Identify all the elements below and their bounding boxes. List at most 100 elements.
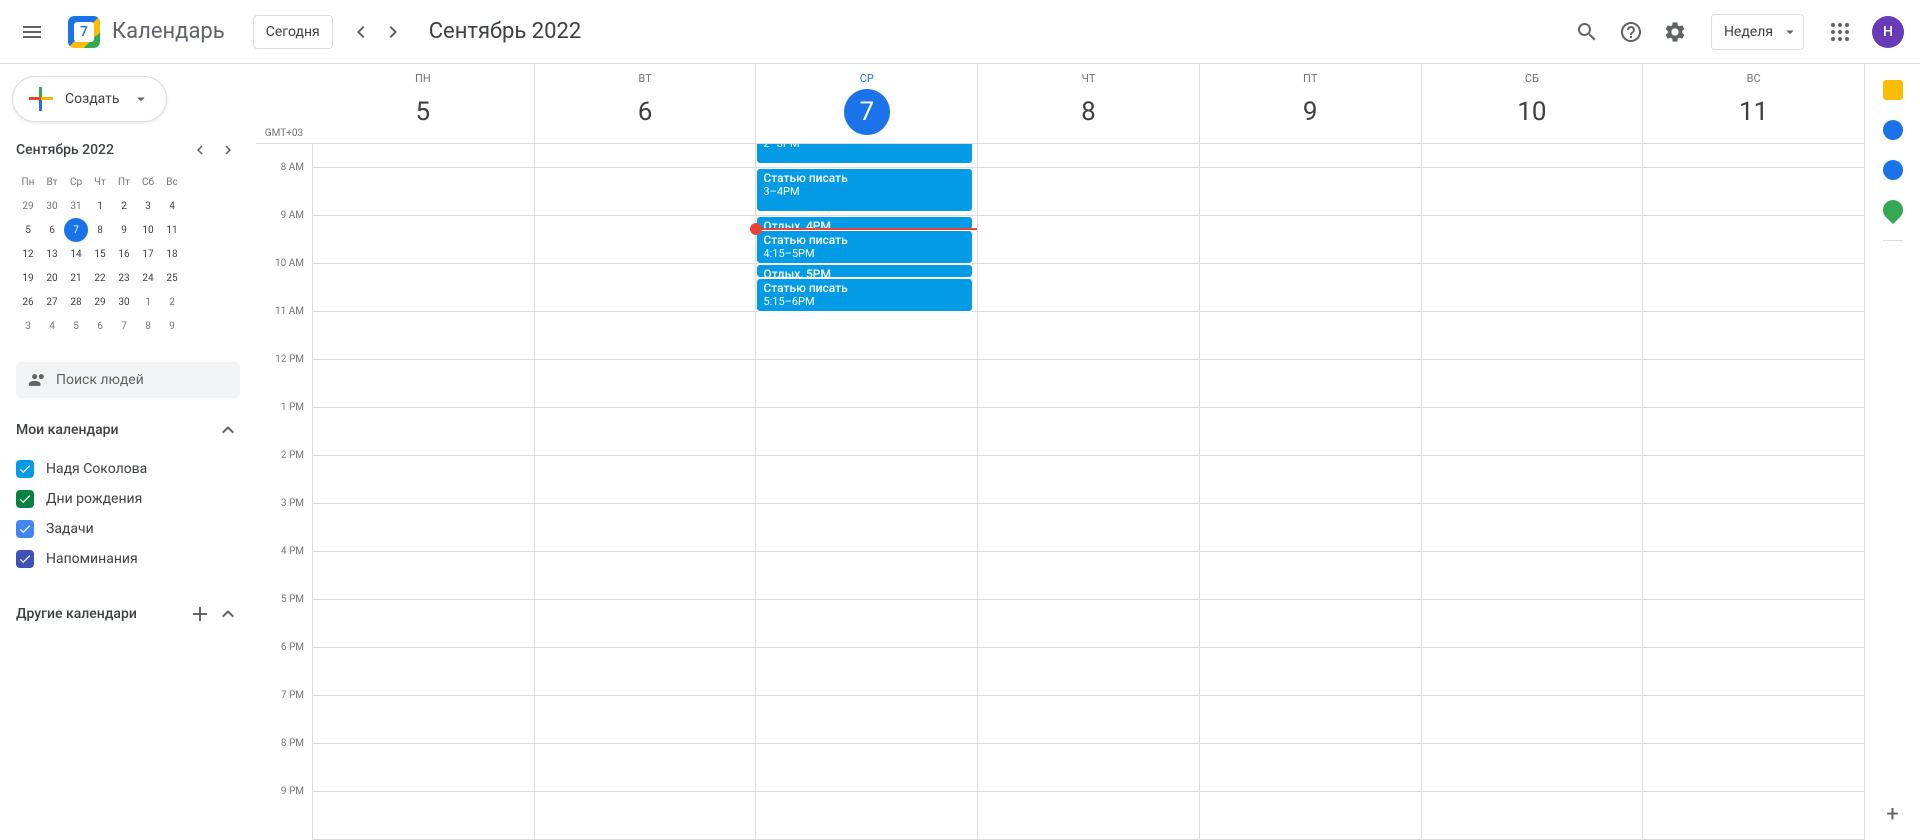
day-column[interactable] (1642, 144, 1864, 840)
mini-day[interactable]: 30 (112, 290, 136, 314)
mini-day[interactable]: 28 (64, 290, 88, 314)
event-title: Статью писать (763, 281, 966, 295)
mini-day[interactable]: 8 (136, 314, 160, 338)
mini-day[interactable]: 11 (160, 218, 184, 242)
get-addons-button[interactable]: + (1883, 804, 1903, 824)
plus-multicolor-icon (29, 87, 53, 111)
mini-day[interactable]: 9 (112, 218, 136, 242)
day-column[interactable]: Статью писать, 10:30AMФайл сделать11AM–1… (755, 144, 977, 840)
day-column[interactable] (534, 144, 756, 840)
calendar-checkbox[interactable] (16, 460, 34, 478)
help-button[interactable] (1611, 12, 1651, 52)
view-selector[interactable]: Неделя (1711, 14, 1804, 50)
add-icon[interactable] (188, 602, 212, 626)
day-number[interactable]: 9 (1287, 89, 1333, 135)
mini-day[interactable]: 5 (64, 314, 88, 338)
account-avatar[interactable]: Н (1872, 16, 1904, 48)
header: 7 Календарь Сегодня Сентябрь 2022 Неделя… (0, 0, 1920, 64)
time-slot: 7 PM (256, 696, 312, 744)
mini-day[interactable]: 24 (136, 266, 160, 290)
mini-day[interactable]: 14 (64, 242, 88, 266)
mini-day[interactable]: 6 (40, 218, 64, 242)
mini-day[interactable]: 8 (88, 218, 112, 242)
mini-day[interactable]: 25 (160, 266, 184, 290)
mini-day[interactable]: 10 (136, 218, 160, 242)
mini-day[interactable]: 17 (136, 242, 160, 266)
day-column[interactable] (977, 144, 1199, 840)
mini-day[interactable]: 27 (40, 290, 64, 314)
mini-day[interactable]: 26 (16, 290, 40, 314)
mini-day[interactable]: 29 (16, 194, 40, 218)
calendar-checkbox[interactable] (16, 550, 34, 568)
search-button[interactable] (1567, 12, 1607, 52)
other-calendars-toggle[interactable]: Другие календари (16, 598, 240, 630)
calendar-checkbox[interactable] (16, 490, 34, 508)
day-number[interactable]: 6 (622, 89, 668, 135)
mini-day[interactable]: 3 (136, 194, 160, 218)
create-button[interactable]: Создать (12, 76, 167, 122)
mini-day[interactable]: 9 (160, 314, 184, 338)
mini-day[interactable]: 4 (40, 314, 64, 338)
event[interactable]: Статью писать3–4PM (756, 168, 973, 212)
day-number[interactable]: 5 (400, 89, 446, 135)
contacts-icon[interactable] (1883, 160, 1903, 180)
mini-day[interactable]: 7 (64, 218, 88, 242)
time-label: 6 PM (281, 642, 304, 653)
day-number[interactable]: 8 (1065, 89, 1111, 135)
mini-day[interactable]: 13 (40, 242, 64, 266)
mini-day[interactable]: 4 (160, 194, 184, 218)
mini-day[interactable]: 20 (40, 266, 64, 290)
mini-day[interactable]: 22 (88, 266, 112, 290)
calendar-item[interactable]: Задачи (16, 514, 240, 544)
mini-next-month[interactable] (216, 138, 240, 162)
calendar-item[interactable]: Дни рождения (16, 484, 240, 514)
mini-day[interactable]: 21 (64, 266, 88, 290)
calendar-grid: GMT+03 ПН5ВТ6СР7ЧТ8ПТ9СБ10ВС11 8 AM9 AM1… (256, 64, 1864, 840)
settings-button[interactable] (1655, 12, 1695, 52)
day-column[interactable] (1199, 144, 1421, 840)
event[interactable]: Статью писать4:15–5PM (756, 230, 973, 264)
main-menu-button[interactable] (8, 8, 56, 56)
mini-day[interactable]: 19 (16, 266, 40, 290)
keep-icon[interactable] (1883, 80, 1903, 100)
event-title: Статью писать (763, 171, 966, 185)
mini-day[interactable]: 1 (136, 290, 160, 314)
day-number[interactable]: 7 (844, 89, 890, 135)
tasks-icon[interactable] (1883, 120, 1903, 140)
day-column[interactable] (1421, 144, 1643, 840)
mini-day[interactable]: 15 (88, 242, 112, 266)
next-week-button[interactable] (377, 16, 409, 48)
mini-day[interactable]: 29 (88, 290, 112, 314)
calendar-checkbox[interactable] (16, 520, 34, 538)
event[interactable]: Отдых, 5PM (756, 264, 973, 278)
event[interactable]: Статью писать5:15–6PM (756, 278, 973, 312)
google-apps-button[interactable] (1820, 12, 1860, 52)
event[interactable]: Созвон2–3PM (756, 144, 973, 164)
prev-week-button[interactable] (345, 16, 377, 48)
mini-day[interactable]: 6 (88, 314, 112, 338)
calendar-item[interactable]: Напоминания (16, 544, 240, 574)
maps-icon[interactable] (1878, 196, 1906, 224)
logo[interactable]: 7 Календарь (64, 12, 225, 52)
today-button[interactable]: Сегодня (253, 15, 333, 49)
mini-day[interactable]: 12 (16, 242, 40, 266)
day-number[interactable]: 10 (1509, 89, 1555, 135)
mini-day[interactable]: 3 (16, 314, 40, 338)
mini-day[interactable]: 7 (112, 314, 136, 338)
mini-day[interactable]: 31 (64, 194, 88, 218)
calendar-item[interactable]: Надя Соколова (16, 454, 240, 484)
mini-day[interactable]: 16 (112, 242, 136, 266)
time-slot: 4 PM (256, 552, 312, 600)
day-column[interactable] (312, 144, 534, 840)
mini-day[interactable]: 5 (16, 218, 40, 242)
my-calendars-toggle[interactable]: Мои календари (16, 414, 240, 446)
mini-day[interactable]: 2 (112, 194, 136, 218)
mini-day[interactable]: 18 (160, 242, 184, 266)
search-people-input[interactable]: Поиск людей (16, 362, 240, 398)
mini-day[interactable]: 2 (160, 290, 184, 314)
mini-day[interactable]: 30 (40, 194, 64, 218)
mini-prev-month[interactable] (188, 138, 212, 162)
mini-day[interactable]: 23 (112, 266, 136, 290)
day-number[interactable]: 11 (1731, 89, 1777, 135)
mini-day[interactable]: 1 (88, 194, 112, 218)
